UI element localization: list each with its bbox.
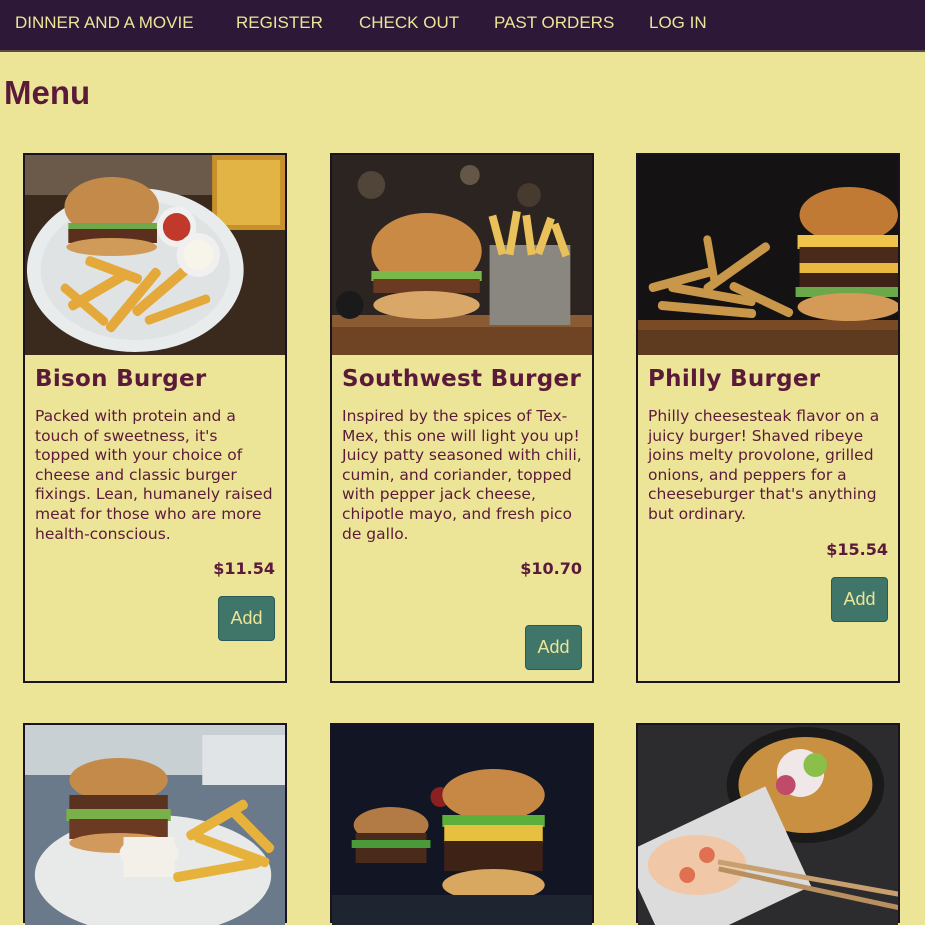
noodle-bowl-photo (638, 725, 898, 925)
burger-fries-photo (25, 725, 285, 925)
menu-card-row2-2 (330, 723, 594, 925)
nav-login-link[interactable]: LOG IN (649, 13, 707, 33)
menu-card-philly-burger: Philly Burger Philly cheesesteak flavor … (636, 153, 900, 683)
philly-burger-photo (638, 155, 898, 355)
menu-card-row2-1 (23, 723, 287, 925)
menu-card-southwest-burger: Southwest Burger Inspired by the spices … (330, 153, 594, 683)
page-title: Menu (4, 74, 91, 111)
southwest-burger-photo (332, 155, 592, 355)
add-to-cart-button[interactable]: Add (218, 596, 275, 641)
menu-item-name: Bison Burger (35, 366, 207, 392)
add-to-cart-button[interactable]: Add (525, 625, 582, 670)
nav-brand-link[interactable]: DINNER AND A MOVIE (15, 13, 194, 33)
add-to-cart-button[interactable]: Add (831, 577, 888, 622)
menu-item-price: $11.54 (213, 559, 275, 579)
menu-card-row2-3 (636, 723, 900, 925)
menu-item-description: Philly cheesesteak flavor on a juicy bur… (648, 407, 880, 523)
menu-item-price: $15.54 (826, 539, 888, 559)
menu-item-description: Inspired by the spices of Tex-Mex, this … (342, 407, 582, 543)
nav-past-orders-link[interactable]: PAST ORDERS (494, 13, 614, 33)
bison-burger-photo (25, 155, 285, 355)
menu-item-name: Southwest Burger (342, 366, 582, 392)
menu-item-price: $10.70 (520, 559, 582, 579)
menu-item-description: Packed with protein and a touch of sweet… (35, 407, 273, 543)
top-navbar: DINNER AND A MOVIE REGISTER CHECK OUT PA… (0, 0, 925, 52)
menu-item-name: Philly Burger (648, 366, 821, 392)
nav-register-link[interactable]: REGISTER (236, 13, 323, 33)
nav-checkout-link[interactable]: CHECK OUT (359, 13, 459, 33)
double-burger-photo (332, 725, 592, 925)
menu-card-bison-burger: Bison Burger Packed with protein and a t… (23, 153, 287, 683)
